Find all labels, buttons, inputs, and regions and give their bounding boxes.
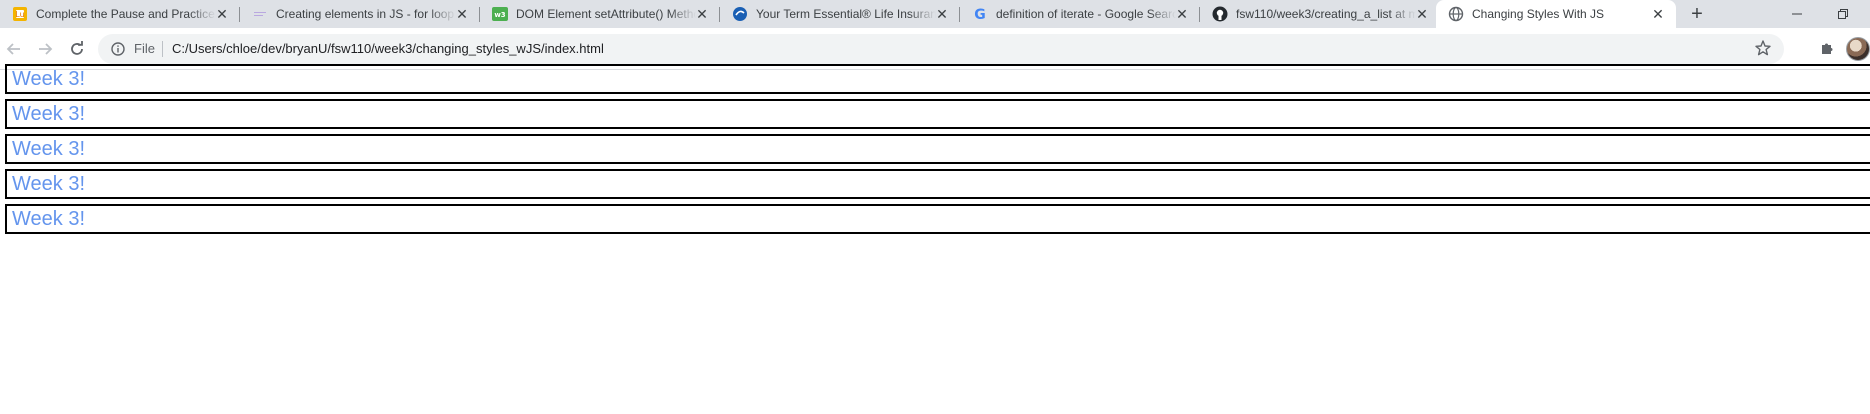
close-tab-icon[interactable]: ✕ bbox=[454, 6, 470, 22]
globe-icon bbox=[1448, 6, 1464, 22]
close-tab-icon[interactable]: ✕ bbox=[214, 6, 230, 22]
insurer-logo-icon bbox=[732, 6, 748, 22]
forward-button[interactable] bbox=[31, 35, 59, 63]
reload-button[interactable] bbox=[63, 35, 91, 63]
svg-text:G: G bbox=[974, 7, 986, 22]
heading-box: Week 3! bbox=[5, 99, 1870, 129]
github-icon bbox=[1212, 6, 1228, 22]
info-icon[interactable] bbox=[110, 41, 126, 57]
week-heading: Week 3! bbox=[12, 208, 85, 230]
week-heading: Week 3! bbox=[12, 138, 85, 160]
w3schools-icon: w3 bbox=[492, 6, 508, 22]
tab-title: fsw110/week3/creating_a_list at master bbox=[1236, 7, 1416, 21]
back-button[interactable] bbox=[0, 35, 28, 63]
extensions-puzzle-icon[interactable] bbox=[1816, 38, 1838, 60]
close-tab-icon[interactable]: ✕ bbox=[1174, 6, 1190, 22]
tab-changing-styles[interactable]: Changing Styles With JS ✕ bbox=[1436, 0, 1676, 28]
close-tab-icon[interactable]: ✕ bbox=[694, 6, 710, 22]
heading-box: Week 3! bbox=[5, 64, 1870, 94]
page-content: Week 3! Week 3! Week 3! Week 3! Week 3! bbox=[0, 64, 1870, 414]
heading-box: Week 3! bbox=[5, 204, 1870, 234]
week-heading: Week 3! bbox=[12, 68, 85, 90]
url-text[interactable]: C:/Users/chloe/dev/bryanU/fsw110/week3/c… bbox=[172, 41, 604, 56]
tab-title: DOM Element setAttribute() Method bbox=[516, 7, 696, 21]
google-icon: G bbox=[972, 6, 988, 22]
heading-box: Week 3! bbox=[5, 134, 1870, 164]
week-heading: Week 3! bbox=[12, 103, 85, 125]
heading-box: Week 3! bbox=[5, 169, 1870, 199]
tab-google-search[interactable]: G definition of iterate - Google Search … bbox=[960, 0, 1200, 28]
omnibox-divider bbox=[162, 41, 163, 57]
tab-title: Your Term Essential® Life Insurance bbox=[756, 7, 936, 21]
week-heading: Week 3! bbox=[12, 173, 85, 195]
tab-strip: Lu Complete the Pause and Practice ✕ Cre… bbox=[0, 0, 1870, 28]
scheme-label: File bbox=[134, 41, 155, 56]
tab-life-insurance[interactable]: Your Term Essential® Life Insurance ✕ bbox=[720, 0, 960, 28]
page-icon bbox=[252, 6, 268, 22]
tab-title: Changing Styles With JS bbox=[1472, 7, 1605, 21]
forward-arrow-icon bbox=[39, 43, 53, 55]
bookmark-star-icon[interactable] bbox=[1754, 39, 1772, 57]
tab-creating-elements[interactable]: Creating elements in JS - for loop ✕ bbox=[240, 0, 480, 28]
svg-text:w3: w3 bbox=[494, 11, 505, 19]
tab-github[interactable]: fsw110/week3/creating_a_list at master ✕ bbox=[1200, 0, 1440, 28]
restore-icon[interactable] bbox=[1820, 0, 1866, 28]
address-bar[interactable]: File C:/Users/chloe/dev/bryanU/fsw110/we… bbox=[98, 34, 1784, 64]
profile-avatar[interactable] bbox=[1846, 37, 1870, 61]
tab-title: Creating elements in JS - for loop bbox=[276, 7, 455, 21]
tab-set-attribute[interactable]: w3 DOM Element setAttribute() Method ✕ bbox=[480, 0, 720, 28]
tab-title: definition of iterate - Google Search bbox=[996, 7, 1176, 21]
reload-icon bbox=[71, 41, 83, 55]
tab-title: Complete the Pause and Practice bbox=[36, 7, 215, 21]
new-tab-button[interactable]: + bbox=[1684, 1, 1710, 27]
minimize-icon[interactable] bbox=[1774, 0, 1820, 28]
close-tab-icon[interactable]: ✕ bbox=[1414, 6, 1430, 22]
close-tab-icon[interactable]: ✕ bbox=[934, 6, 950, 22]
tab-complete-pause-practice[interactable]: Lu Complete the Pause and Practice ✕ bbox=[0, 0, 240, 28]
svg-text:Lu: Lu bbox=[15, 10, 24, 19]
lightbulb-icon: Lu bbox=[12, 6, 28, 22]
close-tab-icon[interactable]: ✕ bbox=[1650, 6, 1666, 22]
back-arrow-icon bbox=[6, 43, 20, 55]
